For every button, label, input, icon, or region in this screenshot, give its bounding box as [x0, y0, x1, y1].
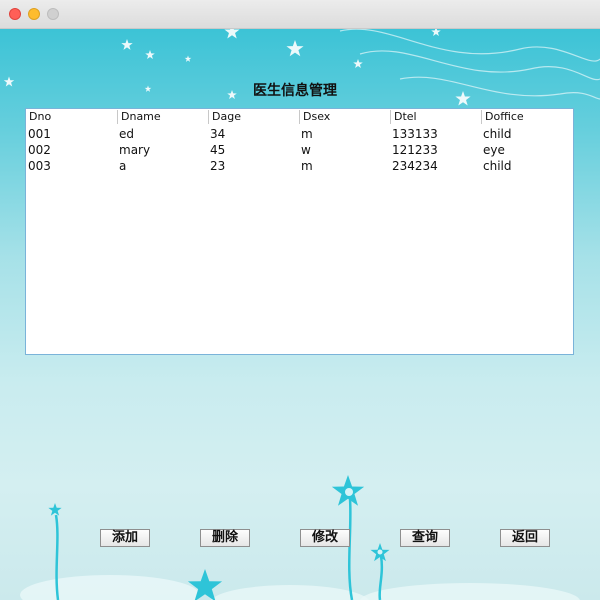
delete-button[interactable]: 删除: [200, 529, 250, 547]
cell-dsex: m: [301, 159, 313, 173]
cell-doffice: eye: [483, 143, 505, 157]
cell-dtel: 121233: [392, 143, 438, 157]
cell-dtel: 133133: [392, 127, 438, 141]
table-body: 001 ed 34 m 133133 child 002 mary 45 w 1…: [26, 126, 573, 174]
query-button[interactable]: 查询: [400, 529, 450, 547]
table-row[interactable]: 002 mary 45 w 121233 eye: [26, 142, 573, 158]
column-header-dtel[interactable]: Dtel: [390, 110, 481, 124]
page-title: 医生信息管理: [253, 83, 337, 99]
cell-dno: 002: [28, 143, 51, 157]
cell-doffice: child: [483, 127, 512, 141]
cell-dsex: w: [301, 143, 311, 157]
column-header-dno[interactable]: Dno: [26, 110, 117, 124]
cell-dname: ed: [119, 127, 134, 141]
cell-dno: 001: [28, 127, 51, 141]
modify-button[interactable]: 修改: [300, 529, 350, 547]
cell-dtel: 234234: [392, 159, 438, 173]
table-row[interactable]: 003 a 23 m 234234 child: [26, 158, 573, 174]
title-bar: [0, 0, 600, 29]
minimize-window-button[interactable]: [28, 8, 40, 20]
column-header-dsex[interactable]: Dsex: [299, 110, 390, 124]
add-button[interactable]: 添加: [100, 529, 150, 547]
column-header-dage[interactable]: Dage: [208, 110, 299, 124]
doctor-table[interactable]: Dno Dname Dage Dsex Dtel Doffice 001 ed …: [25, 108, 574, 355]
close-window-button[interactable]: [9, 8, 21, 20]
cell-dage: 45: [210, 143, 226, 157]
cell-dname: a: [119, 159, 127, 173]
cell-dname: mary: [119, 143, 151, 157]
table-row[interactable]: 001 ed 34 m 133133 child: [26, 126, 573, 142]
column-header-doffice[interactable]: Doffice: [481, 110, 573, 124]
maximize-window-button[interactable]: [47, 8, 59, 20]
main-content: 医生信息管理 Dno Dname Dage Dsex Dtel Doffice …: [0, 29, 600, 600]
cell-dsex: m: [301, 127, 313, 141]
cell-dage: 23: [210, 159, 226, 173]
cell-dage: 34: [210, 127, 226, 141]
column-header-dname[interactable]: Dname: [117, 110, 208, 124]
cell-doffice: child: [483, 159, 512, 173]
cell-dno: 003: [28, 159, 51, 173]
table-header: Dno Dname Dage Dsex Dtel Doffice: [26, 109, 573, 125]
app-window: 医生信息管理 Dno Dname Dage Dsex Dtel Doffice …: [0, 0, 600, 600]
back-button[interactable]: 返回: [500, 529, 550, 547]
